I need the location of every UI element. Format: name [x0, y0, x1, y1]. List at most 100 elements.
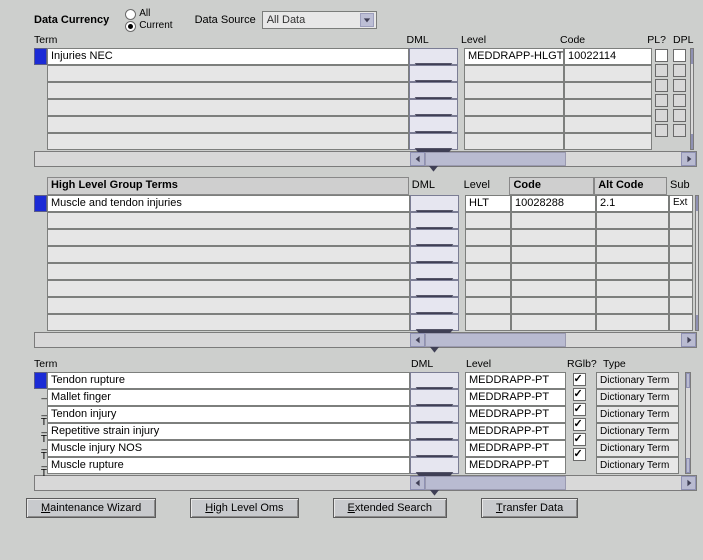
sub-cell[interactable]	[669, 263, 693, 280]
dpl-checkbox[interactable]	[673, 124, 686, 137]
level-cell[interactable]	[464, 99, 564, 116]
code-cell[interactable]: 10022114	[564, 48, 652, 65]
term-cell[interactable]: Injuries NEC	[47, 48, 409, 65]
sub-cell[interactable]	[669, 280, 693, 297]
pl-checkbox[interactable]	[655, 124, 668, 137]
level-cell[interactable]	[465, 297, 511, 314]
dml-select[interactable]	[409, 65, 458, 82]
code-cell[interactable]	[511, 297, 596, 314]
level-cell[interactable]	[465, 229, 511, 246]
sub-cell[interactable]	[669, 314, 693, 331]
term-cell[interactable]: Mallet finger	[47, 389, 410, 406]
code-cell[interactable]	[564, 65, 652, 82]
rglb-checkbox[interactable]	[573, 388, 586, 401]
pl-checkbox[interactable]	[655, 94, 668, 107]
alt-cell[interactable]	[596, 246, 669, 263]
type-select[interactable]: Dictionary Term	[596, 423, 679, 440]
term-cell[interactable]	[47, 133, 409, 150]
pl-checkbox[interactable]	[655, 49, 668, 62]
term-cell[interactable]	[47, 246, 410, 263]
grid2-hscroll[interactable]	[34, 332, 697, 348]
row-marker[interactable]	[34, 48, 47, 65]
alt-cell[interactable]	[596, 263, 669, 280]
level-cell[interactable]: MEDDRAPP-PT	[465, 440, 566, 457]
rglb-checkbox[interactable]	[573, 418, 586, 431]
sub-cell[interactable]	[669, 246, 693, 263]
extended-search-button[interactable]: Extended Search	[333, 498, 447, 518]
scroll-down-icon[interactable]	[691, 134, 693, 149]
dml-select[interactable]	[410, 297, 459, 314]
radio-current[interactable]	[125, 21, 136, 32]
level-cell[interactable]: MEDDRAPP-PT	[465, 389, 566, 406]
sub-cell[interactable]: Ext	[669, 195, 693, 212]
scroll-left-icon[interactable]	[410, 333, 425, 347]
term-cell[interactable]	[47, 297, 410, 314]
scroll-left-icon[interactable]	[410, 152, 425, 166]
alt-cell[interactable]	[596, 280, 669, 297]
transfer-data-button[interactable]: Transfer Data	[481, 498, 578, 518]
level-cell[interactable]: MEDDRAPP-PT	[465, 372, 566, 389]
dml-select[interactable]	[410, 229, 459, 246]
code-cell[interactable]	[564, 82, 652, 99]
type-select[interactable]: Dictionary Term	[596, 389, 679, 406]
level-cell[interactable]	[465, 263, 511, 280]
term-cell[interactable]	[47, 99, 409, 116]
dpl-checkbox[interactable]	[673, 49, 686, 62]
level-cell[interactable]: MEDDRAPP-PT	[465, 457, 566, 474]
level-cell[interactable]	[465, 314, 511, 331]
scroll-up-icon[interactable]	[691, 49, 693, 64]
code-cell[interactable]	[511, 212, 596, 229]
dml-select[interactable]	[409, 133, 458, 150]
alt-cell[interactable]	[596, 314, 669, 331]
type-select[interactable]: Dictionary Term	[596, 406, 679, 423]
dml-select[interactable]	[410, 423, 459, 440]
dml-select[interactable]	[410, 406, 459, 423]
grid3-hscroll[interactable]	[34, 475, 697, 491]
term-cell[interactable]	[47, 229, 410, 246]
scroll-right-icon[interactable]	[681, 476, 696, 490]
sub-cell[interactable]	[669, 212, 693, 229]
code-cell[interactable]	[511, 229, 596, 246]
alt-cell[interactable]	[596, 212, 669, 229]
scroll-right-icon[interactable]	[681, 333, 696, 347]
dpl-checkbox[interactable]	[673, 94, 686, 107]
rglb-checkbox[interactable]	[573, 433, 586, 446]
data-source-select[interactable]: All Data	[262, 11, 377, 29]
dml-select[interactable]	[410, 280, 459, 297]
level-cell[interactable]	[464, 65, 564, 82]
grid1-vscroll[interactable]	[690, 48, 694, 150]
code-cell[interactable]	[564, 116, 652, 133]
maintenance-wizard-button[interactable]: Maintenance Wizard	[26, 498, 156, 518]
term-cell[interactable]	[47, 280, 410, 297]
code-cell[interactable]: 10028288	[511, 195, 596, 212]
dml-select[interactable]	[409, 116, 458, 133]
dml-select[interactable]	[410, 440, 459, 457]
code-cell[interactable]	[511, 280, 596, 297]
dpl-checkbox[interactable]	[673, 64, 686, 77]
scroll-down-icon[interactable]	[686, 458, 690, 473]
radio-all[interactable]	[125, 9, 136, 20]
row-marker[interactable]	[34, 372, 47, 389]
level-cell[interactable]: MEDDRAPP-PT	[465, 406, 566, 423]
scroll-right-icon[interactable]	[681, 152, 696, 166]
alt-cell[interactable]	[596, 297, 669, 314]
term-cell[interactable]	[47, 82, 409, 99]
level-cell[interactable]: MEDDRAPP-PT	[465, 423, 566, 440]
scroll-left-icon[interactable]	[410, 476, 425, 490]
row-marker[interactable]	[34, 195, 47, 212]
term-cell[interactable]	[47, 65, 409, 82]
rglb-checkbox[interactable]	[573, 448, 586, 461]
dml-select[interactable]	[410, 372, 459, 389]
level-cell[interactable]: MEDDRAPP-HLGT	[464, 48, 564, 65]
type-select[interactable]: Dictionary Term	[596, 440, 679, 457]
alt-cell[interactable]: 2.1	[596, 195, 669, 212]
term-cell[interactable]: Repetitive strain injury	[47, 423, 410, 440]
dml-select[interactable]	[410, 263, 459, 280]
scroll-down-icon[interactable]	[696, 315, 698, 330]
dml-select[interactable]	[409, 48, 458, 65]
code-cell[interactable]	[564, 99, 652, 116]
alt-cell[interactable]	[596, 229, 669, 246]
scroll-up-icon[interactable]	[696, 196, 698, 211]
level-cell[interactable]	[465, 246, 511, 263]
rglb-checkbox[interactable]	[573, 373, 586, 386]
